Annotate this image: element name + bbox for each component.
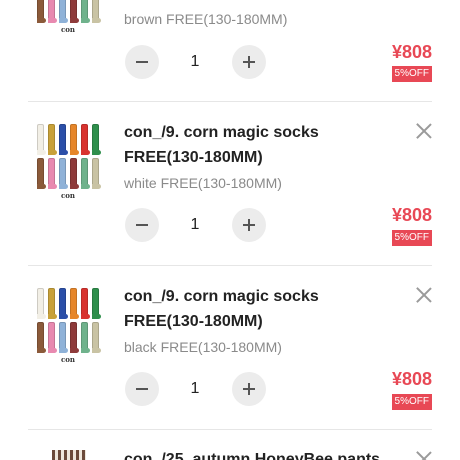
increase-quantity-button[interactable] (232, 372, 266, 406)
product-title[interactable]: con_/9. corn magic socks FREE(130-180MM) (124, 120, 394, 170)
decrease-quantity-button[interactable] (125, 372, 159, 406)
increase-quantity-button[interactable] (232, 45, 266, 79)
minus-icon (136, 61, 148, 63)
quantity-value: 1 (190, 216, 200, 233)
remove-item-button[interactable] (414, 285, 434, 305)
decrease-quantity-button[interactable] (125, 208, 159, 242)
sock-foot (81, 184, 90, 189)
sock-foot (37, 184, 46, 189)
product-thumbnail[interactable]: con (34, 286, 102, 364)
sock-foot (48, 348, 57, 353)
sock-foot (59, 150, 68, 155)
item-divider (28, 101, 432, 102)
sock-foot (59, 184, 68, 189)
sock-foot (37, 150, 46, 155)
minus-icon (136, 224, 148, 226)
brand-logo: con (60, 355, 76, 364)
product-thumbnail[interactable]: con (34, 122, 102, 200)
sock-foot (59, 348, 68, 353)
item-divider (28, 265, 432, 266)
sock-foot (92, 314, 101, 319)
sock-foot (48, 150, 57, 155)
sock-foot (59, 314, 68, 319)
sock-foot (70, 184, 79, 189)
sock-foot (92, 18, 101, 23)
sock-foot (37, 314, 46, 319)
sock-foot (81, 18, 90, 23)
product-thumbnail[interactable] (52, 450, 86, 460)
discount-badge: 5%OFF (391, 230, 432, 246)
quantity-value: 1 (190, 380, 200, 397)
price: ¥808 (391, 205, 432, 225)
minus-icon (136, 388, 148, 390)
sock-foot (81, 348, 90, 353)
sock-foot (70, 348, 79, 353)
price: ¥808 (391, 369, 432, 389)
remove-item-button[interactable] (414, 121, 434, 141)
remove-item-button[interactable] (414, 449, 434, 460)
sock-foot (59, 18, 68, 23)
product-variant: white FREE(130-180MM) (124, 175, 282, 191)
sock-foot (48, 18, 57, 23)
product-variant: black FREE(130-180MM) (124, 339, 282, 355)
item-divider (28, 429, 432, 430)
product-thumbnail[interactable]: con (34, 0, 102, 34)
increase-quantity-button[interactable] (232, 208, 266, 242)
sock-foot (70, 18, 79, 23)
sock-foot (92, 348, 101, 353)
sock-foot (92, 150, 101, 155)
discount-badge: 5%OFF (391, 394, 432, 410)
sock-foot (92, 184, 101, 189)
brand-logo: con (60, 191, 76, 200)
product-title[interactable]: con_/25. autumn HoneyBee pants (124, 447, 394, 460)
sock-foot (70, 150, 79, 155)
sock-foot (37, 18, 46, 23)
sock-foot (37, 348, 46, 353)
sock-foot (70, 314, 79, 319)
cart-list: con brown FREE(130-180MM) 1 ¥808 5%OFF c… (0, 0, 460, 460)
sock-foot (81, 314, 90, 319)
product-title[interactable]: con_/9. corn magic socks FREE(130-180MM) (124, 284, 394, 334)
sock-foot (48, 314, 57, 319)
brand-logo: con (60, 25, 76, 34)
discount-badge: 5%OFF (391, 66, 432, 82)
sock-foot (48, 184, 57, 189)
product-variant: brown FREE(130-180MM) (124, 11, 288, 27)
quantity-value: 1 (190, 53, 200, 70)
price: ¥808 (391, 42, 432, 62)
sock-foot (81, 150, 90, 155)
decrease-quantity-button[interactable] (125, 45, 159, 79)
